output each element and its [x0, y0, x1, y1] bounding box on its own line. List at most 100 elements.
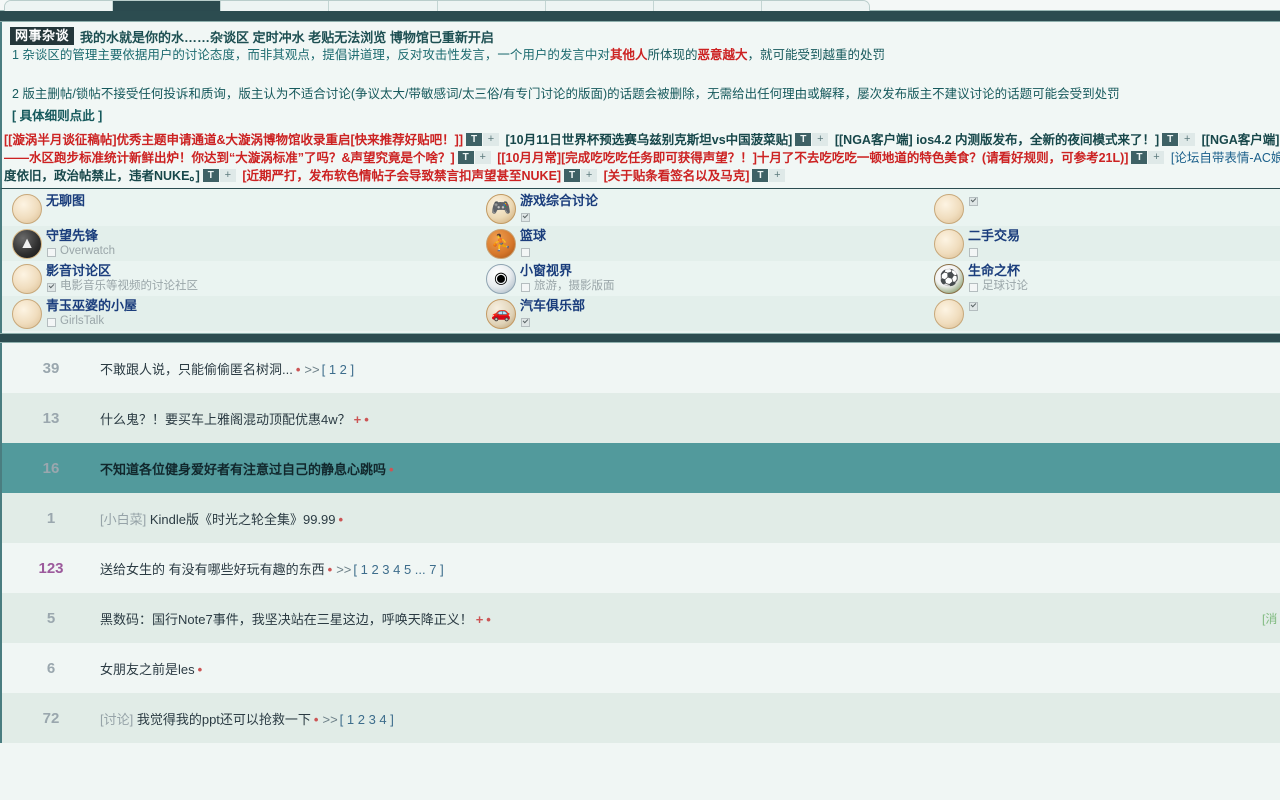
- board-subtitle[interactable]: 电影音乐等视频的讨论社区: [46, 279, 198, 294]
- expand-plus-icon[interactable]: +: [474, 151, 491, 164]
- board-item[interactable]: 青玉巫婆的小屋 GirlsTalk: [2, 296, 476, 331]
- thread-title[interactable]: 什么鬼？！要买车上雅阁混动顶配优惠4w？ + •: [100, 409, 1262, 428]
- announcement-link[interactable]: [[NGA客户端] i: [1202, 133, 1280, 147]
- expand-plus-icon[interactable]: +: [581, 169, 598, 182]
- translate-icon[interactable]: T: [202, 169, 219, 182]
- board-item[interactable]: 无聊图: [2, 191, 476, 226]
- board-item[interactable]: ⛹ 篮球: [476, 226, 924, 261]
- expand-plus-icon[interactable]: +: [812, 133, 829, 146]
- thread-row[interactable]: 1 [小白菜] Kindle版《时光之轮全集》99.99 •: [2, 493, 1280, 543]
- browser-tab-6[interactable]: [653, 1, 762, 11]
- announcement-link[interactable]: ——水区跑步标准统计新鲜出炉！你达到“大漩涡标准”了吗？&声望究竟是个啥？]: [4, 151, 455, 165]
- browser-tab-1[interactable]: [113, 1, 222, 11]
- board-name[interactable]: 游戏综合讨论: [520, 193, 598, 209]
- browser-tab-7[interactable]: [761, 1, 869, 11]
- board-name[interactable]: 二手交易: [968, 228, 1020, 244]
- paw-icon[interactable]: [12, 194, 42, 224]
- expand-plus-icon[interactable]: +: [483, 133, 500, 146]
- translate-icon[interactable]: T: [795, 133, 812, 146]
- board-name[interactable]: 影音讨论区: [46, 263, 198, 279]
- announcement-link[interactable]: 度依旧，政治帖禁止，违者NUKE。]: [4, 169, 200, 183]
- announcement-link[interactable]: [论坛自带表情-AC娘更: [1171, 151, 1280, 165]
- announcement-link[interactable]: [近期严打，发布软色情帖子会导致禁言扣声望甚至NUKE]: [242, 169, 561, 183]
- board-subtitle[interactable]: 足球讨论: [968, 279, 1028, 294]
- browser-tab-4[interactable]: [437, 1, 546, 11]
- thread-row[interactable]: 39 不敢跟人说，只能偷偷匿名树洞... • >>[ 1 2 ]: [2, 343, 1280, 393]
- translate-icon[interactable]: T: [466, 133, 483, 146]
- browser-tab-5[interactable]: [545, 1, 654, 11]
- board-name[interactable]: 篮球: [520, 228, 546, 244]
- soccer-icon[interactable]: ⚽: [934, 264, 964, 294]
- translate-icon[interactable]: T: [564, 169, 581, 182]
- browser-tab-3[interactable]: [329, 1, 438, 11]
- thread-pagination[interactable]: [ 1 2 ]: [322, 362, 355, 377]
- board-name[interactable]: 无聊图: [46, 193, 85, 209]
- browser-tab-2[interactable]: [221, 1, 330, 11]
- board-item[interactable]: [924, 296, 1280, 331]
- thread-row[interactable]: 72 [讨论] 我觉得我的ppt还可以抢救一下 • >>[ 1 2 3 4 ]: [2, 693, 1280, 743]
- board-subtitle[interactable]: 旅游，摄影版面: [520, 279, 615, 294]
- thread-title[interactable]: 不知道各位健身爱好者有注意过自己的静息心跳吗 •: [100, 459, 1262, 478]
- board-subscribe-checkbox[interactable]: [520, 314, 585, 329]
- thread-title[interactable]: [讨论] 我觉得我的ppt还可以抢救一下 • >>[ 1 2 3 4 ]: [100, 709, 1262, 728]
- board-subscribe-checkbox[interactable]: [520, 209, 598, 224]
- thread-row[interactable]: 5 黑数码：国行Note7事件，我坚决站在三星这边，呼唤天降正义！ + • [消: [2, 593, 1280, 643]
- thread-pagination[interactable]: [ 1 2 3 4 5 ... 7 ]: [353, 562, 443, 577]
- paw-icon[interactable]: [12, 264, 42, 294]
- browser-tab-0[interactable]: [5, 1, 114, 11]
- announcement-detail-link[interactable]: [ 具体细则点此 ]: [6, 104, 1280, 127]
- announcement-link[interactable]: [10月11日世界杯预选赛乌兹别克斯坦vs中国菠菜贴]: [506, 133, 793, 147]
- thread-row[interactable]: 16 不知道各位健身爱好者有注意过自己的静息心跳吗 •: [2, 443, 1280, 493]
- translate-icon[interactable]: T: [1162, 133, 1179, 146]
- board-name[interactable]: 生命之杯: [968, 263, 1028, 279]
- thread-row[interactable]: 13 什么鬼？！要买车上雅阁混动顶配优惠4w？ + •: [2, 393, 1280, 443]
- expand-plus-icon[interactable]: +: [1179, 133, 1196, 146]
- board-name[interactable]: 汽车俱乐部: [520, 298, 585, 314]
- expand-plus-icon[interactable]: +: [769, 169, 786, 182]
- paw-icon[interactable]: [934, 194, 964, 224]
- board-item[interactable]: 🎮 游戏综合讨论: [476, 191, 924, 226]
- translate-icon[interactable]: T: [752, 169, 769, 182]
- board-subtitle[interactable]: Overwatch: [46, 244, 115, 259]
- board-name[interactable]: 守望先锋: [46, 228, 115, 244]
- gamepad-icon[interactable]: 🎮: [486, 194, 516, 224]
- announcement-link[interactable]: [[漩涡半月谈征稿帖]优秀主题申请通道&大漩涡博物馆收录重启[快来推荐好贴吧！]…: [4, 133, 463, 147]
- thread-jump-last-icon[interactable]: >>: [304, 362, 319, 377]
- board-item[interactable]: 二手交易: [924, 226, 1280, 261]
- board-subscribe-checkbox[interactable]: [520, 244, 546, 259]
- thread-title[interactable]: 黑数码：国行Note7事件，我坚决站在三星这边，呼唤天降正义！ + •: [100, 609, 1262, 628]
- forum-name-badge[interactable]: 网事杂谈: [10, 27, 75, 45]
- expand-plus-icon[interactable]: +: [219, 169, 236, 182]
- thread-title[interactable]: [小白菜] Kindle版《时光之轮全集》99.99 •: [100, 509, 1262, 528]
- thread-title[interactable]: 送给女生的 有没有哪些好玩有趣的东西 • >>[ 1 2 3 4 5 ... 7 ]: [100, 559, 1262, 578]
- thread-jump-last-icon[interactable]: >>: [322, 712, 337, 727]
- board-subscribe-checkbox[interactable]: [968, 298, 982, 313]
- board-subscribe-checkbox[interactable]: [968, 244, 1020, 259]
- board-name[interactable]: 青玉巫婆的小屋: [46, 298, 137, 314]
- thread-row[interactable]: 6 女朋友之前是les •: [2, 643, 1280, 693]
- translate-icon[interactable]: T: [1131, 151, 1148, 164]
- board-subtitle[interactable]: GirlsTalk: [46, 314, 137, 329]
- translate-icon[interactable]: T: [457, 151, 474, 164]
- board-name[interactable]: 小窗视界: [520, 263, 615, 279]
- board-item[interactable]: ⚽ 生命之杯 足球讨论: [924, 261, 1280, 296]
- thread-row[interactable]: 123 送给女生的 有没有哪些好玩有趣的东西 • >>[ 1 2 3 4 5 ... …: [2, 543, 1280, 593]
- camera-icon[interactable]: ◉: [486, 264, 516, 294]
- thread-jump-last-icon[interactable]: >>: [336, 562, 351, 577]
- board-subscribe-checkbox[interactable]: [968, 193, 982, 208]
- thread-title[interactable]: 不敢跟人说，只能偷偷匿名树洞... • >>[ 1 2 ]: [100, 359, 1262, 378]
- announcement-link[interactable]: [关于贴条看签名以及马克]: [604, 169, 750, 183]
- paw-icon[interactable]: [934, 229, 964, 259]
- board-item[interactable]: [924, 191, 1280, 226]
- thread-pagination[interactable]: [ 1 2 3 4 ]: [340, 712, 394, 727]
- thread-title[interactable]: 女朋友之前是les •: [100, 659, 1262, 678]
- paw-icon[interactable]: [12, 299, 42, 329]
- announcement-link[interactable]: [[NGA客户端] ios4.2 内测版发布，全新的夜间模式来了！]: [835, 133, 1159, 147]
- board-item[interactable]: ◉ 小窗视界 旅游，摄影版面: [476, 261, 924, 296]
- expand-plus-icon[interactable]: +: [1148, 151, 1165, 164]
- paw-icon[interactable]: [934, 299, 964, 329]
- board-item[interactable]: 🚗 汽车俱乐部: [476, 296, 924, 331]
- basketball-icon[interactable]: ⛹: [486, 229, 516, 259]
- overwatch-icon[interactable]: ▲: [12, 229, 42, 259]
- board-item[interactable]: 影音讨论区 电影音乐等视频的讨论社区: [2, 261, 476, 296]
